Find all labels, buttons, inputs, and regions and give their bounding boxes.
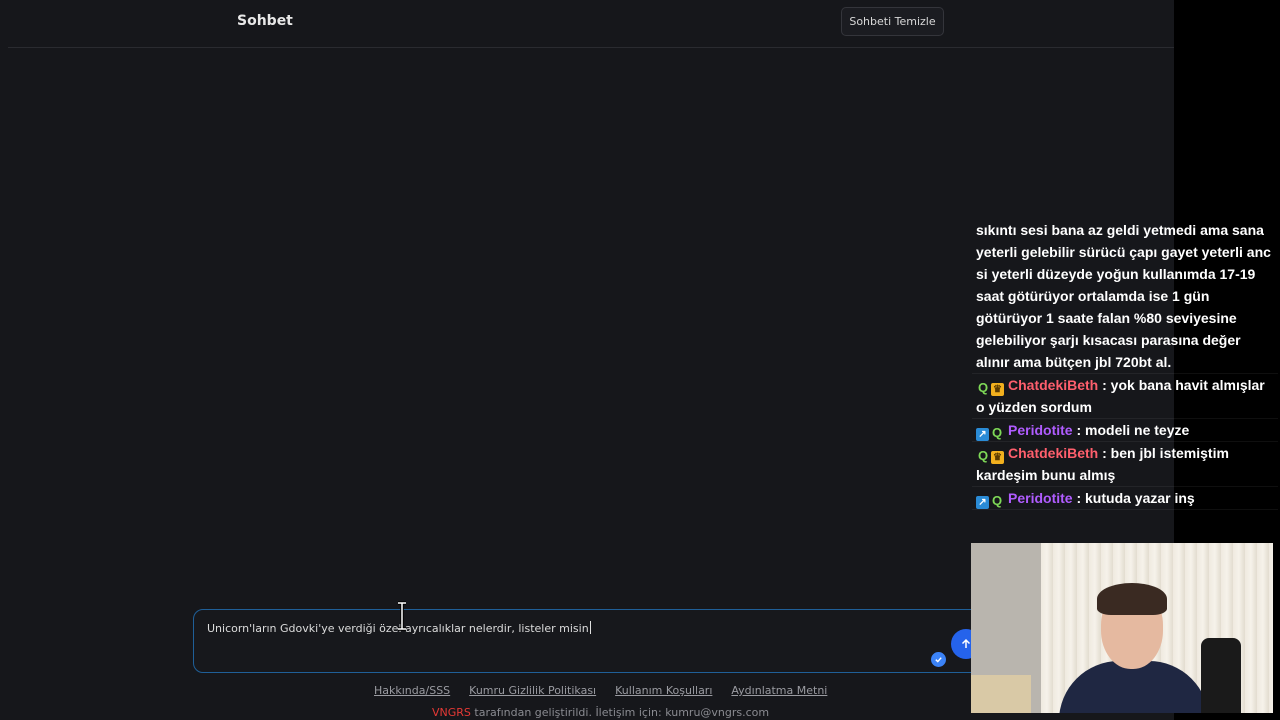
footer-credit-text: tarafından geliştirildi. İletişim için: … bbox=[470, 706, 770, 719]
footer-link-privacy[interactable]: Kumru Gizlilik Politikası bbox=[469, 684, 596, 697]
footer-link-disclosure[interactable]: Aydınlatma Metni bbox=[731, 684, 827, 697]
chat-message-text: sıkıntı sesi bana az geldi yetmedi ama s… bbox=[976, 222, 1271, 370]
q-badge-icon: Q bbox=[991, 493, 1003, 508]
chat-username: Peridotite bbox=[1008, 422, 1073, 438]
boost-badge-icon: ↗ bbox=[976, 428, 989, 441]
chat-message-text: : modeli ne teyze bbox=[1072, 422, 1190, 438]
footer-link-about[interactable]: Hakkında/SSS bbox=[374, 684, 450, 697]
footer-credit: VNGRS tarafından geliştirildi. İletişim … bbox=[432, 706, 769, 719]
check-icon bbox=[931, 652, 946, 667]
webcam-overlay bbox=[971, 543, 1273, 713]
microphone bbox=[1201, 638, 1241, 713]
q-badge-icon: Q bbox=[991, 425, 1003, 440]
chat-username: ChatdekiBeth bbox=[1008, 445, 1099, 461]
q-badge-icon: Q bbox=[977, 380, 989, 395]
chat-message: ↗ Q Peridotite : modeli ne teyze bbox=[972, 419, 1278, 442]
page-title: Sohbet bbox=[237, 13, 293, 29]
crown-badge-icon: ♛ bbox=[991, 451, 1004, 464]
chat-message: sıkıntı sesi bana az geldi yetmedi ama s… bbox=[972, 219, 1278, 374]
q-badge-icon: Q bbox=[977, 448, 989, 463]
clear-chat-button[interactable]: Sohbeti Temizle bbox=[841, 7, 944, 36]
message-input[interactable]: Unicorn'ların Gdovki'ye verdiği özel ayr… bbox=[193, 609, 993, 673]
stream-chat-overlay: sıkıntı sesi bana az geldi yetmedi ama s… bbox=[972, 219, 1278, 510]
chat-message: ↗ Q Peridotite : kutuda yazar inş bbox=[972, 487, 1278, 510]
chat-message: Q ♛ ChatdekiBeth : ben jbl istemiştim kard… bbox=[972, 442, 1278, 487]
footer-links: Hakkında/SSS Kumru Gizlilik Politikası K… bbox=[374, 684, 827, 697]
header: Sohbet Sohbeti Temizle bbox=[8, 0, 1174, 48]
crown-badge-icon: ♛ bbox=[991, 383, 1004, 396]
chat-message: Q ♛ ChatdekiBeth : yok bana havit almışlar… bbox=[972, 374, 1278, 419]
brand-name: VNGRS bbox=[432, 706, 471, 719]
chat-username: ChatdekiBeth bbox=[1008, 377, 1099, 393]
ibeam-cursor-icon bbox=[398, 601, 406, 631]
chat-username: Peridotite bbox=[1008, 490, 1073, 506]
footer-link-terms[interactable]: Kullanım Koşulları bbox=[615, 684, 712, 697]
chat-message-text: : kutuda yazar inş bbox=[1072, 490, 1195, 506]
text-caret bbox=[589, 621, 591, 634]
boost-badge-icon: ↗ bbox=[976, 496, 989, 509]
